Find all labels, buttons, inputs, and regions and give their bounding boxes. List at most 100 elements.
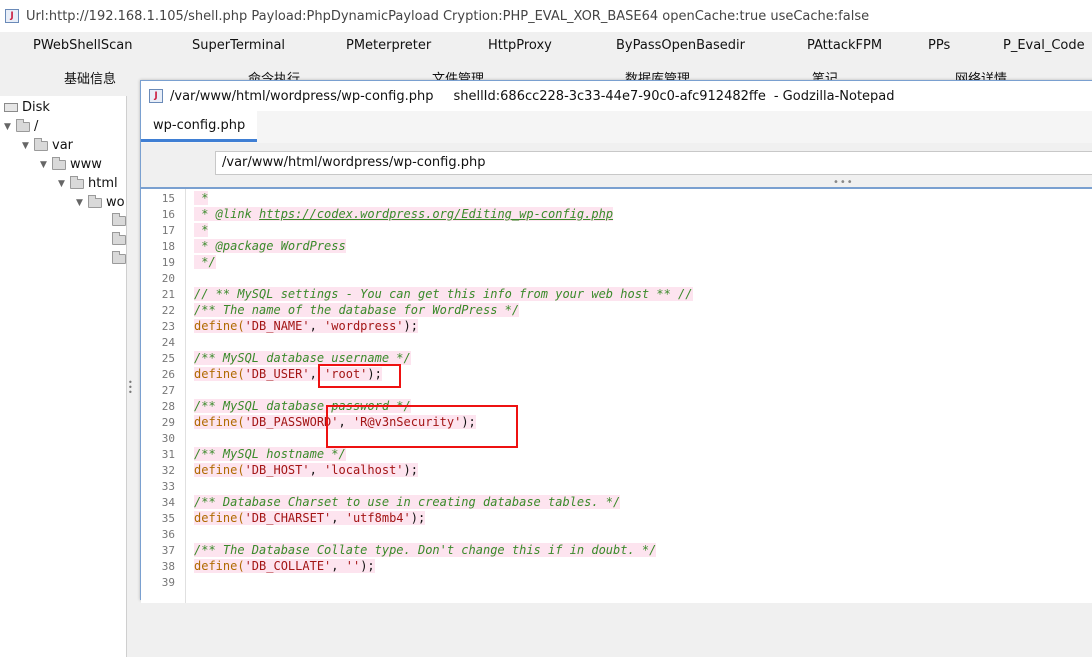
- code-line: * @package WordPress: [194, 239, 346, 253]
- code-line: /** Database Charset to use in creating …: [194, 495, 621, 509]
- tree-node-child[interactable]: [112, 251, 126, 264]
- line-number: 36: [161, 528, 175, 541]
- code-token: );: [403, 319, 418, 333]
- code-line: define('DB_CHARSET', 'utf8mb4');: [194, 511, 426, 525]
- code-line: define('DB_COLLATE', '');: [194, 559, 375, 573]
- plugin-httpproxy[interactable]: HttpProxy: [488, 38, 552, 53]
- line-number: 32: [161, 464, 175, 477]
- code-token: 'DB_NAME': [244, 319, 310, 333]
- plugin-pattackfpm[interactable]: PAttackFPM: [807, 38, 882, 53]
- code-token: https://codex.wordpress.org/Editing_wp-c…: [259, 207, 614, 221]
- code-token: 'DB_COLLATE': [244, 559, 332, 573]
- line-number-gutter: 15 16 17 18 19 20 21 22 23 24 25 26 27 28 29 30 31 32 33 34…: [141, 189, 186, 603]
- folder-icon: [112, 213, 126, 226]
- folder-icon: [112, 232, 126, 245]
- code-line: /** The name of the database for WordPre…: [194, 303, 520, 317]
- line-number: 28: [161, 400, 175, 413]
- line-number: 31: [161, 448, 175, 461]
- tree-node-www[interactable]: ▼ www: [40, 156, 102, 172]
- code-token: define(: [194, 511, 245, 525]
- code-token: 'localhost': [324, 463, 404, 477]
- line-number: 39: [161, 576, 175, 589]
- expand-triangle-icon[interactable]: ▼: [4, 122, 16, 132]
- code-line: *: [194, 191, 209, 205]
- line-number: 19: [161, 256, 175, 269]
- line-number: 15: [161, 192, 175, 205]
- expand-triangle-icon[interactable]: ▼: [40, 160, 52, 170]
- code-token: define(: [194, 415, 245, 429]
- annotation-box-db-user: [318, 364, 401, 388]
- folder-icon: [70, 175, 84, 189]
- line-number: 27: [161, 384, 175, 397]
- expand-triangle-icon[interactable]: ▼: [22, 141, 34, 151]
- code-token: *: [194, 191, 209, 205]
- tree-node-html[interactable]: ▼ html: [58, 175, 118, 191]
- tree-node-disk[interactable]: Disk: [4, 100, 50, 115]
- code-token: define(: [194, 367, 245, 381]
- code-line: *: [194, 223, 209, 237]
- line-number: 35: [161, 512, 175, 525]
- code-line: define('DB_HOST', 'localhost');: [194, 463, 418, 477]
- line-number: 30: [161, 432, 175, 445]
- line-number: 25: [161, 352, 175, 365]
- drive-icon: [4, 103, 18, 112]
- line-number: 23: [161, 320, 175, 333]
- folder-icon: [52, 156, 66, 170]
- expand-triangle-icon[interactable]: ▼: [58, 179, 70, 189]
- code-token: 'DB_CHARSET': [244, 511, 332, 525]
- code-token: * @link: [194, 207, 260, 221]
- plugin-pwebshellscan[interactable]: PWebShellScan: [33, 38, 133, 53]
- tab-wp-config[interactable]: wp-config.php: [141, 111, 258, 142]
- notepad-tab-bar: wp-config.php: [141, 111, 1092, 144]
- code-token: );: [360, 559, 375, 573]
- code-line: define('DB_NAME', 'wordpress');: [194, 319, 418, 333]
- code-token: ,: [309, 319, 325, 333]
- notepad-window: J /var/www/html/wordpress/wp-config.php …: [140, 80, 1092, 603]
- line-number: 29: [161, 416, 175, 429]
- plugin-menu-row: PWebShellScan SuperTerminal PMeterpreter…: [0, 32, 1092, 62]
- line-number: 18: [161, 240, 175, 253]
- line-number: 21: [161, 288, 175, 301]
- plugin-bypassopenbasedir[interactable]: ByPassOpenBasedir: [616, 38, 745, 53]
- plugin-pps[interactable]: PPs: [928, 38, 950, 53]
- file-tree-panel: Disk ▼ / ▼ var ▼ www ▼ html ▼ wo: [0, 96, 127, 657]
- code-token: 'DB_HOST': [244, 463, 310, 477]
- code-token: */: [194, 255, 216, 269]
- code-token: 'wordpress': [324, 319, 404, 333]
- code-token: ,: [331, 559, 346, 573]
- window-title: Url:http://192.168.1.105/shell.php Paylo…: [26, 8, 870, 24]
- plugin-pmeterpreter[interactable]: PMeterpreter: [346, 38, 431, 53]
- panel-splitter-handle[interactable]: • • •: [128, 379, 133, 397]
- line-number: 33: [161, 480, 175, 493]
- notepad-titlebar: J /var/www/html/wordpress/wp-config.php …: [141, 81, 1092, 111]
- tree-node-child[interactable]: [112, 213, 126, 226]
- path-input[interactable]: /var/www/html/wordpress/wp-config.php: [215, 151, 1092, 175]
- code-token: 'DB_USER': [244, 367, 310, 381]
- code-editor[interactable]: 15 16 17 18 19 20 21 22 23 24 25 26 27 28 29 30 31 32 33 34…: [141, 187, 1092, 603]
- code-token: define(: [194, 559, 245, 573]
- code-line: * @link https://codex.wordpress.org/Edit…: [194, 207, 614, 221]
- java-app-icon: J: [5, 9, 19, 23]
- expand-triangle-icon[interactable]: ▼: [76, 198, 88, 208]
- line-number: 20: [161, 272, 175, 285]
- code-token: ,: [309, 463, 325, 477]
- code-token: /** MySQL database username */: [194, 351, 411, 365]
- code-token: /** The name of the database for WordPre…: [194, 303, 520, 317]
- code-token: * @package WordPress: [194, 239, 346, 253]
- folder-icon: [16, 118, 30, 132]
- line-number: 24: [161, 336, 175, 349]
- folder-icon: [34, 137, 48, 151]
- tree-node-var[interactable]: ▼ var: [22, 137, 73, 153]
- code-line: */: [194, 255, 216, 269]
- line-number: 16: [161, 208, 175, 221]
- tree-node-wordpress[interactable]: ▼ wo: [76, 194, 125, 210]
- code-token: *: [194, 223, 209, 237]
- tree-node-child[interactable]: [112, 232, 126, 245]
- code-token: ,: [331, 511, 346, 525]
- line-number: 26: [161, 368, 175, 381]
- plugin-superterminal[interactable]: SuperTerminal: [192, 38, 285, 53]
- menu-basic-info[interactable]: 基础信息: [64, 68, 116, 87]
- plugin-p-eval-code[interactable]: P_Eval_Code: [1003, 38, 1085, 53]
- code-token: '': [345, 559, 361, 573]
- tree-node-root[interactable]: ▼ /: [4, 118, 38, 134]
